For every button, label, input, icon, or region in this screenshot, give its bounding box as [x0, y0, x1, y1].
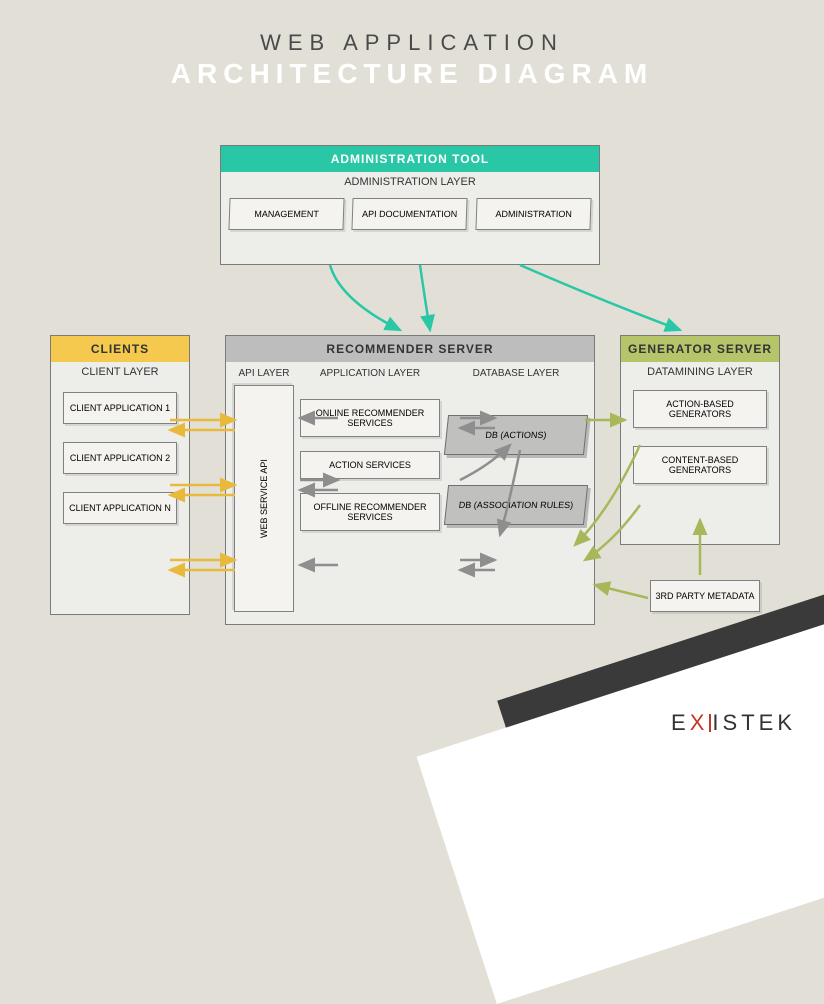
action-services-box: ACTION SERVICES — [300, 451, 440, 479]
logo-rest: ISTEK — [712, 710, 796, 735]
title-line-1: WEB APPLICATION — [0, 30, 824, 56]
database-layer-column: DATABASE LAYER DB (ACTIONS) DB (ASSOCIAT… — [446, 366, 586, 622]
api-layer-column: API LAYER WEB SERVICE API — [234, 366, 294, 622]
generator-server-panel: GENERATOR SERVER DATAMINING LAYER ACTION… — [620, 335, 780, 545]
logo-bar-icon — [709, 714, 711, 732]
db-association-rules-box: DB (ASSOCIATION RULES) — [444, 485, 588, 525]
api-layer-label: API LAYER — [234, 366, 294, 385]
recommender-server-header: RECOMMENDER SERVER — [226, 336, 594, 362]
db-actions-box: DB (ACTIONS) — [444, 415, 588, 455]
administration-tool-header: ADMINISTRATION TOOL — [221, 146, 599, 172]
content-based-generators-box: CONTENT-BASED GENERATORS — [633, 446, 767, 484]
application-layer-column: APPLICATION LAYER ONLINE RECOMMENDER SER… — [300, 366, 440, 622]
logo-x: X — [690, 710, 709, 735]
clients-header: CLIENTS — [51, 336, 189, 362]
web-service-api-box: WEB SERVICE API — [234, 385, 294, 612]
database-layer-label: DATABASE LAYER — [446, 366, 586, 385]
action-based-generators-box: ACTION-BASED GENERATORS — [633, 390, 767, 428]
third-party-metadata-box: 3RD PARTY METADATA — [650, 580, 760, 612]
client-application-1-box: CLIENT APPLICATION 1 — [63, 392, 177, 424]
api-documentation-box: API DOCUMENTATION — [352, 198, 468, 230]
administration-layer-label: ADMINISTRATION LAYER — [221, 172, 599, 194]
client-application-n-box: CLIENT APPLICATION N — [63, 492, 177, 524]
management-box: MANAGEMENT — [228, 198, 344, 230]
client-application-2-box: CLIENT APPLICATION 2 — [63, 442, 177, 474]
online-recommender-services-box: ONLINE RECOMMENDER SERVICES — [300, 399, 440, 437]
datamining-layer-label: DATAMINING LAYER — [621, 362, 779, 384]
clients-panel: CLIENTS CLIENT LAYER CLIENT APPLICATION … — [50, 335, 190, 615]
generator-server-header: GENERATOR SERVER — [621, 336, 779, 362]
administration-tool-panel: ADMINISTRATION TOOL ADMINISTRATION LAYER… — [220, 145, 600, 265]
existek-logo: EXISTEK — [671, 710, 796, 736]
diagram-title: WEB APPLICATION ARCHITECTURE DIAGRAM — [0, 0, 824, 102]
recommender-server-panel: RECOMMENDER SERVER API LAYER WEB SERVICE… — [225, 335, 595, 625]
administration-box: ADMINISTRATION — [475, 198, 591, 230]
offline-recommender-services-box: OFFLINE RECOMMENDER SERVICES — [300, 493, 440, 531]
logo-e: E — [671, 710, 690, 735]
application-layer-label: APPLICATION LAYER — [300, 366, 440, 385]
title-line-2: ARCHITECTURE DIAGRAM — [0, 58, 824, 90]
client-layer-label: CLIENT LAYER — [51, 362, 189, 384]
corner-white-triangle — [417, 596, 824, 1004]
